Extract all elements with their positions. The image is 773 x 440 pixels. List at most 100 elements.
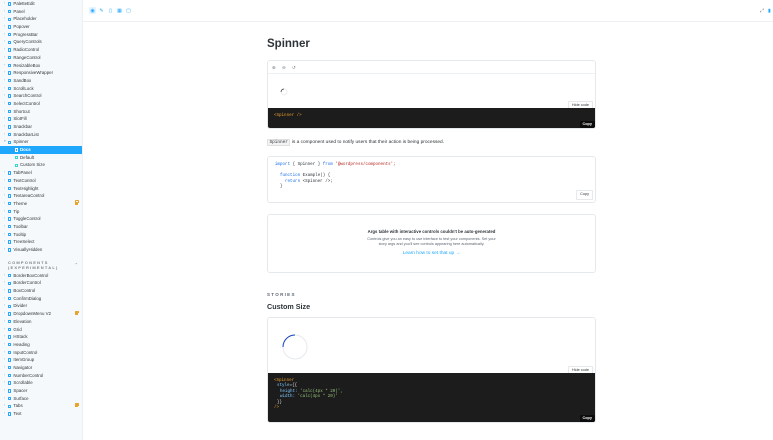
- sidebar-item[interactable]: › Navigator: [0, 364, 82, 372]
- pencil-icon[interactable]: ✎: [98, 7, 105, 14]
- sidebar-item[interactable]: › Shortcut: [0, 108, 82, 116]
- sidebar-item[interactable]: › DropdownMenu V2: [0, 310, 82, 318]
- component-icon: [8, 373, 12, 378]
- sidebar-item[interactable]: › Panel: [0, 8, 82, 16]
- grid-icon[interactable]: ▦: [116, 7, 123, 14]
- sidebar-item[interactable]: › InputControl: [0, 349, 82, 357]
- component-icon: [8, 40, 12, 44]
- sidebar-item[interactable]: › SlotFill: [0, 115, 82, 123]
- sidebar-item[interactable]: › Text: [0, 410, 82, 418]
- sidebar-item-label: QueryControls: [13, 39, 42, 45]
- sidebar-item[interactable]: › ScrollLock: [0, 85, 82, 93]
- sidebar-item[interactable]: › Placeholder: [0, 15, 82, 23]
- sidebar-item[interactable]: › BoxControl: [0, 287, 82, 295]
- sidebar-item[interactable]: › ConfirmDialog: [0, 295, 82, 303]
- sidebar-item[interactable]: › TextHighlight: [0, 185, 82, 193]
- sidebar-item[interactable]: › SandBox: [0, 77, 82, 85]
- share-icon[interactable]: ▮: [768, 8, 771, 14]
- copy-button[interactable]: Copy: [576, 190, 593, 200]
- sidebar-item-label: Spacer: [13, 388, 28, 393]
- component-icon: [8, 273, 12, 278]
- sidebar-item[interactable]: › Scrollable: [0, 379, 82, 387]
- sidebar-item[interactable]: › ProgressBar: [0, 31, 82, 39]
- code-line: />: [274, 406, 280, 411]
- sidebar-item[interactable]: › NumberControl: [0, 372, 82, 380]
- component-icon: [8, 140, 12, 144]
- sidebar-item-label: Custom Size: [20, 162, 45, 168]
- sidebar-item[interactable]: › ItemGroup: [0, 356, 82, 364]
- component-icon: [8, 366, 12, 370]
- component-icon: [8, 327, 12, 332]
- component-icon: [8, 396, 12, 401]
- zoom-in-icon[interactable]: ⊕: [272, 65, 276, 71]
- zoom-reset-icon[interactable]: ↺: [292, 65, 296, 71]
- sidebar-item[interactable]: › ResponsiveWrapper: [0, 69, 82, 77]
- sidebar-item[interactable]: › SearchControl: [0, 92, 82, 100]
- sidebar-item-label: ConfirmDialog: [13, 295, 42, 301]
- sidebar-item[interactable]: › Snackbar: [0, 123, 82, 131]
- sidebar-item[interactable]: ▾ Spinner: [0, 138, 82, 146]
- sidebar-item[interactable]: › TreeSelect: [0, 238, 82, 246]
- sidebar-item[interactable]: › TabPanel: [0, 169, 82, 177]
- sidebar-item[interactable]: Docs: [0, 146, 82, 154]
- copy-button[interactable]: Copy: [579, 120, 595, 128]
- sidebar-item[interactable]: › RangeControl: [0, 54, 82, 62]
- sidebar-item[interactable]: › Toolbar: [0, 223, 82, 231]
- sidebar-item[interactable]: › BorderControl: [0, 279, 82, 287]
- sidebar-item-label: ProgressBar: [13, 31, 38, 37]
- sidebar-item-label: Grid: [13, 326, 22, 332]
- collapse-icon[interactable]: ⌃: [75, 262, 78, 267]
- sidebar-item[interactable]: Default: [0, 154, 82, 162]
- sidebar-item-label: Tip: [13, 208, 20, 214]
- sidebar-item[interactable]: › SnackbarList: [0, 131, 82, 139]
- sidebar-item-label: BorderBoxControl: [13, 272, 49, 278]
- sidebar-item-label: NumberControl: [13, 372, 44, 378]
- sidebar-item[interactable]: › PaletteEdit: [0, 0, 82, 8]
- frame-icon[interactable]: ▢: [125, 7, 132, 14]
- sidebar: › PaletteEdit › Panel › Placeholder › Popover › P…: [0, 0, 83, 440]
- canvas-icon[interactable]: ◉: [89, 7, 96, 14]
- component-icon: [8, 171, 12, 175]
- component-icon: [8, 248, 12, 252]
- sidebar-item[interactable]: › SelectControl: [0, 100, 82, 108]
- sidebar-item[interactable]: › Divider: [0, 302, 82, 310]
- sidebar-item[interactable]: › Surface: [0, 395, 82, 403]
- sidebar-item[interactable]: › Popover: [0, 23, 82, 31]
- component-icon: [8, 71, 12, 75]
- sidebar-item-label: RadioControl: [13, 47, 40, 53]
- document-icon: [15, 148, 18, 152]
- copy-button[interactable]: Copy: [579, 414, 595, 422]
- component-icon: [8, 102, 12, 106]
- sidebar-item[interactable]: › RadioControl: [0, 46, 82, 54]
- zoom-out-icon[interactable]: ⊖: [282, 65, 286, 71]
- sidebar-item[interactable]: › Grid: [0, 326, 82, 334]
- sidebar-item-label: InputControl: [13, 349, 38, 355]
- sidebar-item[interactable]: › BorderBoxControl: [0, 272, 82, 280]
- sidebar-item[interactable]: › Tip: [0, 208, 82, 216]
- sidebar-section-header[interactable]: COMPONENTS (EXPERIMENTAL) ⌃: [0, 260, 82, 272]
- sidebar-item[interactable]: › Heading: [0, 341, 82, 349]
- learn-more-link[interactable]: Learn how to set that up →: [268, 251, 595, 256]
- story-title: Custom Size: [267, 302, 311, 311]
- description-text: is a component used to notify users that…: [290, 140, 445, 145]
- sidebar-item[interactable]: › Spacer: [0, 387, 82, 395]
- sidebar-item-label: Tooltip: [13, 231, 27, 237]
- sidebar-item[interactable]: › Tooltip: [0, 231, 82, 239]
- fullscreen-icon[interactable]: ⤢: [760, 8, 764, 14]
- sidebar-item[interactable]: › Elevation: [0, 318, 82, 326]
- sidebar-item[interactable]: Custom Size: [0, 161, 82, 169]
- component-icon: [8, 240, 12, 244]
- sidebar-item-label: Theme: [13, 200, 28, 206]
- page-title: Spinner: [267, 38, 310, 50]
- sidebar-item[interactable]: › TextareaControl: [0, 192, 82, 200]
- component-icon: [8, 404, 12, 408]
- sidebar-item[interactable]: › VisuallyHidden: [0, 246, 82, 254]
- sidebar-item[interactable]: › HStack: [0, 333, 82, 341]
- sidebar-item[interactable]: › QueryControls: [0, 38, 82, 46]
- sidebar-item[interactable]: › Theme: [0, 200, 82, 208]
- sidebar-item[interactable]: › Tabs: [0, 402, 82, 410]
- document-icon[interactable]: ▯: [107, 7, 114, 14]
- sidebar-item[interactable]: › ToggleControl: [0, 215, 82, 223]
- sidebar-item[interactable]: › TextControl: [0, 177, 82, 185]
- sidebar-item[interactable]: › ResizableBox: [0, 62, 82, 70]
